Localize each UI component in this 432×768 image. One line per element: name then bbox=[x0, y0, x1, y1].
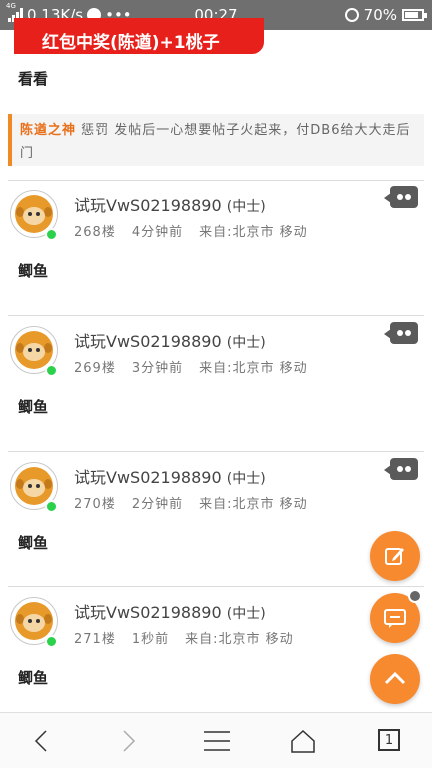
user-rank: (中士) bbox=[226, 335, 266, 351]
floor-number: 270楼 bbox=[74, 497, 116, 512]
bottom-navbar: 1 bbox=[0, 712, 432, 768]
post-source: 来自:北京市 移动 bbox=[199, 225, 308, 240]
post-time: 4分钟前 bbox=[131, 225, 184, 240]
user-rank: (中士) bbox=[226, 199, 266, 215]
reply-icon[interactable] bbox=[384, 458, 418, 480]
post-content: 鲫鱼 bbox=[18, 669, 49, 687]
scroll-top-button[interactable] bbox=[370, 654, 420, 704]
monkey-avatar-icon bbox=[15, 467, 53, 505]
online-status-icon bbox=[45, 228, 58, 241]
forward-button[interactable] bbox=[108, 725, 148, 757]
user-rank: (中士) bbox=[226, 471, 266, 487]
online-status-icon bbox=[45, 635, 58, 648]
post-content: 鲫鱼 bbox=[18, 534, 49, 552]
compose-button[interactable] bbox=[370, 531, 420, 581]
menu-button[interactable] bbox=[196, 725, 236, 757]
prize-banner[interactable]: 红包中奖(陈遒)+1桃子 bbox=[14, 18, 264, 54]
monkey-avatar-icon bbox=[15, 602, 53, 640]
post-meta: 270楼 2分钟前 来自:北京市 移动 bbox=[74, 493, 324, 512]
status-right: 70% bbox=[344, 6, 427, 24]
reply-icon[interactable] bbox=[384, 186, 418, 208]
floor-number: 268楼 bbox=[74, 225, 116, 240]
username[interactable]: 试玩VwS02198890 (中士) bbox=[74, 328, 266, 352]
comment-icon bbox=[384, 609, 406, 628]
reply-post: 试玩VwS02198890 (中士) 271楼 1秒前 来自:北京市 移动 鲫鱼 bbox=[0, 587, 432, 722]
punishment-notice: 陈遒之神 惩罚 发帖后一心想要帖子火起来，付DB6给大大走后门 bbox=[8, 114, 424, 166]
post-text-look: 看看 bbox=[18, 70, 49, 88]
menu-icon bbox=[204, 731, 230, 751]
online-status-icon bbox=[45, 500, 58, 513]
chevron-right-icon bbox=[123, 730, 136, 752]
post-meta: 271楼 1秒前 来自:北京市 移动 bbox=[74, 628, 310, 647]
battery-icon bbox=[402, 9, 427, 21]
reply-post: 试玩VwS02198890 (中士) 268楼 4分钟前 来自:北京市 移动 鲫鱼 bbox=[0, 180, 432, 315]
floor-number: 269楼 bbox=[74, 361, 116, 376]
post-meta: 268楼 4分钟前 来自:北京市 移动 bbox=[74, 221, 324, 240]
username[interactable]: 试玩VwS02198890 (中士) bbox=[74, 192, 266, 216]
post-time: 2分钟前 bbox=[131, 497, 184, 512]
battery-percent: 70% bbox=[363, 6, 397, 24]
tab-count: 1 bbox=[378, 729, 400, 751]
post-time: 3分钟前 bbox=[131, 361, 184, 376]
back-button[interactable] bbox=[22, 725, 62, 757]
floor-number: 271楼 bbox=[74, 632, 116, 647]
edit-icon bbox=[385, 548, 404, 565]
post-content: 鲫鱼 bbox=[18, 262, 49, 280]
post-source: 来自:北京市 移动 bbox=[199, 497, 308, 512]
post-source: 来自:北京市 移动 bbox=[199, 361, 308, 376]
home-button[interactable] bbox=[282, 725, 322, 757]
monkey-avatar-icon bbox=[15, 195, 53, 233]
alarm-icon bbox=[344, 8, 359, 22]
post-time: 1秒前 bbox=[131, 632, 170, 647]
username[interactable]: 试玩VwS02198890 (中士) bbox=[74, 464, 266, 488]
notification-badge bbox=[408, 589, 422, 603]
online-status-icon bbox=[45, 364, 58, 377]
notice-name[interactable]: 陈遒之神 bbox=[20, 123, 76, 138]
reply-icon[interactable] bbox=[384, 322, 418, 344]
notice-text: 惩罚 发帖后一心想要帖子火起来，付DB6给大大走后门 bbox=[20, 123, 411, 161]
post-meta: 269楼 3分钟前 来自:北京市 移动 bbox=[74, 357, 324, 376]
post-source: 来自:北京市 移动 bbox=[185, 632, 294, 647]
username[interactable]: 试玩VwS02198890 (中士) bbox=[74, 599, 266, 623]
comment-button[interactable] bbox=[370, 589, 422, 643]
user-rank: (中士) bbox=[226, 606, 266, 622]
home-icon bbox=[291, 729, 315, 753]
monkey-avatar-icon bbox=[15, 331, 53, 369]
reply-post: 试玩VwS02198890 (中士) 270楼 2分钟前 来自:北京市 移动 鲫鱼 bbox=[0, 452, 432, 587]
tabs-button[interactable]: 1 bbox=[368, 725, 408, 757]
chevron-up-icon bbox=[384, 671, 406, 685]
chevron-left-icon bbox=[34, 730, 47, 752]
reply-post: 试玩VwS02198890 (中士) 269楼 3分钟前 来自:北京市 移动 鲫鱼 bbox=[0, 316, 432, 451]
post-content: 鲫鱼 bbox=[18, 398, 49, 416]
